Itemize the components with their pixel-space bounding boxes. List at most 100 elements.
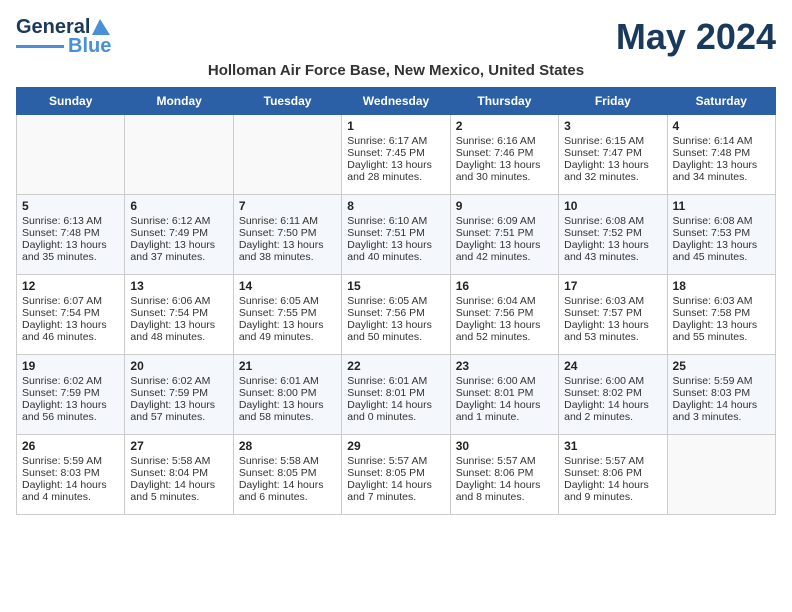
calendar-cell: 25Sunrise: 5:59 AMSunset: 8:03 PMDayligh… xyxy=(667,355,775,435)
calendar-cell xyxy=(125,115,233,195)
day-number: 28 xyxy=(239,439,336,453)
sunrise-text: Sunrise: 6:05 AM xyxy=(239,295,336,307)
daylight-text: Daylight: 13 hours and 48 minutes. xyxy=(130,319,227,343)
sunset-text: Sunset: 7:49 PM xyxy=(130,227,227,239)
sunset-text: Sunset: 8:04 PM xyxy=(130,467,227,479)
logo: General Blue xyxy=(16,16,112,58)
sunrise-text: Sunrise: 6:06 AM xyxy=(130,295,227,307)
calendar-cell: 19Sunrise: 6:02 AMSunset: 7:59 PMDayligh… xyxy=(17,355,125,435)
sunrise-text: Sunrise: 6:15 AM xyxy=(564,135,661,147)
calendar-cell: 5Sunrise: 6:13 AMSunset: 7:48 PMDaylight… xyxy=(17,195,125,275)
day-number: 7 xyxy=(239,199,336,213)
calendar-cell: 16 Sunrise: 6:04 AMSunset: 7:56 PMDayligh… xyxy=(450,275,558,355)
calendar-cell xyxy=(17,115,125,195)
sunrise-text: Sunrise: 5:59 AM xyxy=(673,375,770,387)
daylight-text: Daylight: 13 hours and 50 minutes. xyxy=(347,319,444,343)
day-number: 9 xyxy=(456,199,553,213)
daylight-text: Daylight: 14 hours and 0 minutes. xyxy=(347,399,444,423)
day-number: 13 xyxy=(130,279,227,293)
sunset-text: Sunset: 7:56 PM xyxy=(347,307,444,319)
calendar-cell: 6 Sunrise: 6:12 AMSunset: 7:49 PMDaylight… xyxy=(125,195,233,275)
sunset-text: Sunset: 7:58 PM xyxy=(673,307,770,319)
calendar-week-row: 19 Sunrise: 6:02 AM Sunset: 7:59 PM Dayligh… xyxy=(17,355,776,435)
sunset-text: Sunset: 7:59 PM xyxy=(130,387,227,399)
sunset-text: Sunset: 8:02 PM xyxy=(564,387,661,399)
day-number: 14 xyxy=(239,279,336,293)
sunrise-text: Sunrise: 6:13 AM xyxy=(22,215,119,227)
sunrise-text: Sunrise: 6:17 AM xyxy=(347,135,444,147)
calendar-cell: 18Sunrise: 6:03 AMSunset: 7:58 PMDayligh… xyxy=(667,275,775,355)
calendar-cell: 9Sunrise: 6:09 AMSunset: 7:51 PMDaylight… xyxy=(450,195,558,275)
daylight-text: Daylight: 13 hours and 56 minutes. xyxy=(22,399,119,423)
daylight-text: Daylight: 14 hours and 7 minutes. xyxy=(347,479,444,503)
sunset-text: Sunset: 7:56 PM xyxy=(456,307,553,319)
daylight-text: Daylight: 13 hours and 30 minutes. xyxy=(456,159,553,183)
month-title: May 2024 xyxy=(616,16,776,58)
sunset-text: Sunset: 8:01 PM xyxy=(456,387,553,399)
sunset-text: Sunset: 7:47 PM xyxy=(564,147,661,159)
sunset-text: Sunset: 7:52 PM xyxy=(564,227,661,239)
day-number: 2 xyxy=(456,119,553,133)
calendar-cell: 26Sunrise: 5:59 AMSunset: 8:03 PMDayligh… xyxy=(17,435,125,515)
day-number: 27 xyxy=(130,439,227,453)
daylight-text: Daylight: 14 hours and 9 minutes. xyxy=(564,479,661,503)
daylight-text: Daylight: 13 hours and 45 minutes. xyxy=(673,239,770,263)
sunset-text: Sunset: 8:01 PM xyxy=(347,387,444,399)
calendar-cell: 30Sunrise: 5:57 AMSunset: 8:06 PMDayligh… xyxy=(450,435,558,515)
sunrise-text: Sunrise: 6:10 AM xyxy=(347,215,444,227)
calendar-cell: 12Sunrise: 6:07 AMSunset: 7:54 PMDayligh… xyxy=(17,275,125,355)
calendar-cell xyxy=(233,115,341,195)
daylight-text: Daylight: 14 hours and 2 minutes. xyxy=(564,399,661,423)
daylight-text: Daylight: 13 hours and 37 minutes. xyxy=(130,239,227,263)
header-sunday: Sunday xyxy=(17,88,125,115)
header-wednesday: Wednesday xyxy=(342,88,450,115)
daylight-text: Daylight: 13 hours and 53 minutes. xyxy=(564,319,661,343)
calendar-cell: 7Sunrise: 6:11 AMSunset: 7:50 PMDaylight… xyxy=(233,195,341,275)
calendar-cell xyxy=(667,435,775,515)
sunrise-text: Sunrise: 6:01 AM xyxy=(347,375,444,387)
day-number: 19 xyxy=(22,359,119,373)
sunrise-text: Sunrise: 6:02 AM xyxy=(22,375,119,387)
day-number: 31 xyxy=(564,439,661,453)
sunrise-text: Sunrise: 6:08 AM xyxy=(564,215,661,227)
day-number: 10 xyxy=(564,199,661,213)
sunrise-text: Sunrise: 6:04 AM xyxy=(456,295,553,307)
day-number: 11 xyxy=(673,199,770,213)
day-number: 22 xyxy=(347,359,444,373)
sunset-text: Sunset: 7:51 PM xyxy=(347,227,444,239)
sunrise-text: Sunrise: 5:59 AM xyxy=(22,455,119,467)
daylight-text: Daylight: 13 hours and 34 minutes. xyxy=(673,159,770,183)
day-number: 16 xyxy=(456,279,553,293)
sunrise-text: Sunrise: 6:00 AM xyxy=(456,375,553,387)
daylight-text: Daylight: 13 hours and 42 minutes. xyxy=(456,239,553,263)
sunrise-text: Sunrise: 6:03 AM xyxy=(564,295,661,307)
day-number: 8 xyxy=(347,199,444,213)
daylight-text: Daylight: 13 hours and 55 minutes. xyxy=(673,319,770,343)
sunset-text: Sunset: 7:46 PM xyxy=(456,147,553,159)
daylight-text: Daylight: 13 hours and 52 minutes. xyxy=(456,319,553,343)
sunrise-text: Sunrise: 6:14 AM xyxy=(673,135,770,147)
daylight-text: Daylight: 14 hours and 5 minutes. xyxy=(130,479,227,503)
sunset-text: Sunset: 7:55 PM xyxy=(239,307,336,319)
sunrise-text: Sunrise: 5:57 AM xyxy=(564,455,661,467)
calendar-cell: 8 Sunrise: 6:10 AMSunset: 7:51 PMDaylight… xyxy=(342,195,450,275)
calendar-cell: 3Sunrise: 6:15 AMSunset: 7:47 PMDaylight… xyxy=(559,115,667,195)
calendar-cell: 27Sunrise: 5:58 AMSunset: 8:04 PMDayligh… xyxy=(125,435,233,515)
day-number: 12 xyxy=(22,279,119,293)
daylight-text: Daylight: 13 hours and 35 minutes. xyxy=(22,239,119,263)
daylight-text: Daylight: 14 hours and 1 minute. xyxy=(456,399,553,423)
daylight-text: Daylight: 13 hours and 46 minutes. xyxy=(22,319,119,343)
calendar-cell: 31Sunrise: 5:57 AMSunset: 8:06 PMDayligh… xyxy=(559,435,667,515)
sunset-text: Sunset: 7:54 PM xyxy=(130,307,227,319)
day-number: 29 xyxy=(347,439,444,453)
sunrise-text: Sunrise: 6:16 AM xyxy=(456,135,553,147)
calendar-header-row: SundayMondayTuesdayWednesdayThursdayFrid… xyxy=(17,88,776,115)
daylight-text: Daylight: 13 hours and 32 minutes. xyxy=(564,159,661,183)
day-number: 23 xyxy=(456,359,553,373)
daylight-text: Daylight: 14 hours and 6 minutes. xyxy=(239,479,336,503)
day-number: 6 xyxy=(130,199,227,213)
sunrise-text: Sunrise: 6:12 AM xyxy=(130,215,227,227)
daylight-text: Daylight: 13 hours and 40 minutes. xyxy=(347,239,444,263)
calendar-cell: 20Sunrise: 6:02 AMSunset: 7:59 PMDayligh… xyxy=(125,355,233,435)
day-number: 15 xyxy=(347,279,444,293)
